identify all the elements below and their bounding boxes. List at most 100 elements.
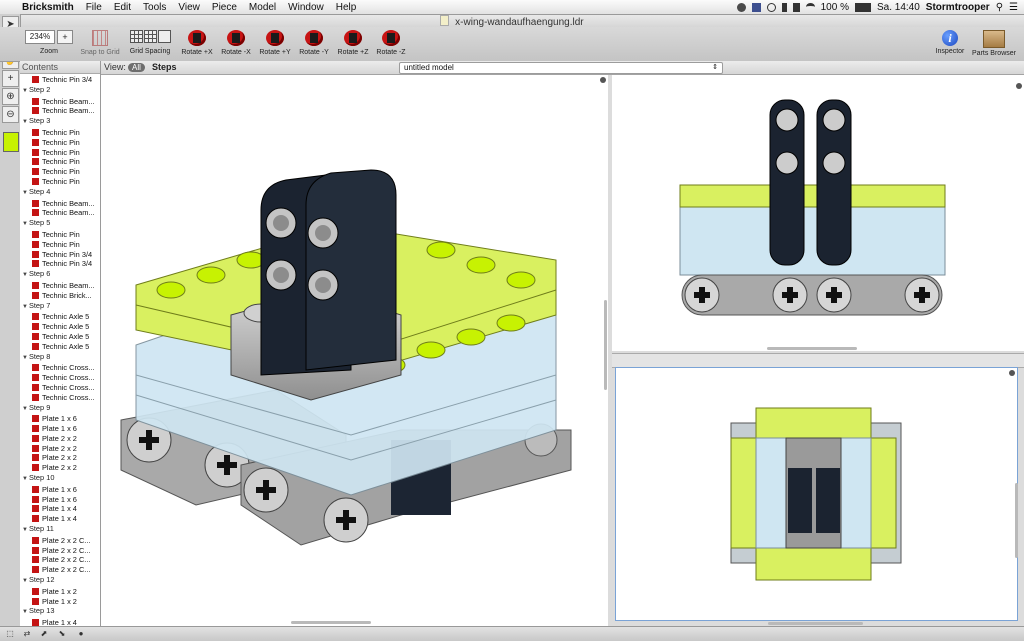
bluetooth-icon[interactable] [781,2,787,12]
split-divider[interactable] [612,353,1024,368]
sidebar-part[interactable]: Technic Pin [20,177,100,187]
add-line-icon[interactable]: ⬊ [55,629,69,639]
sidebar-part[interactable]: Plate 2 x 2 [20,444,100,454]
inspector-button[interactable]: i Inspector [928,30,972,55]
sidebar-step[interactable]: ▼Step 4 [20,187,100,199]
disclosure-triangle-icon[interactable]: ▼ [22,578,28,584]
sidebar-part[interactable]: Technic Pin [20,157,100,167]
menu-tools[interactable]: Tools [137,2,172,13]
grid-fine-icon[interactable] [157,30,171,43]
sidebar-part[interactable]: Technic Pin [20,240,100,250]
sidebar-step[interactable]: ▼Step 11 [20,524,100,536]
rotate-plus-y-button[interactable]: Rotate +Y [256,30,294,56]
disclosure-triangle-icon[interactable]: ▼ [22,119,28,125]
crosshair-tool-icon[interactable]: + [2,70,19,87]
sidebar-part[interactable]: Plate 1 x 2 [20,597,100,607]
volume-icon[interactable] [792,2,800,12]
sidebar-part[interactable]: Technic Cross... [20,363,100,373]
sidebar-part[interactable]: Plate 2 x 2 C... [20,536,100,546]
zoom-in-tool-icon[interactable]: ⊕ [2,88,19,105]
menu-piece[interactable]: Piece [206,2,243,13]
menu-edit[interactable]: Edit [108,2,137,13]
sidebar-part[interactable]: Technic Pin [20,167,100,177]
sidebar-step[interactable]: ▼Step 12 [20,575,100,587]
status-app-icon[interactable] [751,2,761,12]
sidebar-part[interactable]: Plate 1 x 4 [20,514,100,524]
vertical-scrollbar[interactable] [1015,483,1018,558]
menu-model[interactable]: Model [243,2,282,13]
sidebar-step[interactable]: ▼Step 2 [20,85,100,97]
disclosure-triangle-icon[interactable]: ▼ [22,609,28,615]
disclosure-triangle-icon[interactable]: ▼ [22,304,28,310]
disclosure-triangle-icon[interactable]: ▼ [22,476,28,482]
sidebar-part[interactable]: Plate 1 x 6 [20,495,100,505]
sidebar-step[interactable]: ▼Step 7 [20,301,100,313]
horizontal-scrollbar[interactable] [768,622,863,625]
sidebar-step[interactable]: ▼Step 9 [20,403,100,415]
parts-browser-button[interactable]: Parts Browser [970,30,1018,57]
model-select[interactable]: untitled model ⇕ [399,62,723,74]
sidebar-part[interactable]: Technic Pin [20,138,100,148]
sidebar-part[interactable]: Plate 2 x 2 C... [20,546,100,556]
sidebar-part[interactable]: Plate 2 x 2 C... [20,555,100,565]
view-steps-button[interactable]: Steps [152,61,177,74]
disclosure-triangle-icon[interactable]: ▼ [22,272,28,278]
sidebar-part[interactable]: Plate 1 x 6 [20,414,100,424]
disclosure-triangle-icon[interactable]: ▼ [22,527,28,533]
menu-window[interactable]: Window [282,2,330,13]
sidebar-part[interactable]: Technic Beam... [20,97,100,107]
view-all-button[interactable]: All [128,63,145,72]
add-comment-icon[interactable]: ● [74,629,88,639]
sidebar-part[interactable]: Technic Pin [20,128,100,138]
disclosure-triangle-icon[interactable]: ▼ [22,88,28,94]
sidebar-part[interactable]: Technic Cross... [20,383,100,393]
sidebar-part[interactable]: Technic Pin [20,230,100,240]
time-machine-icon[interactable] [766,2,776,12]
snap-to-grid-button[interactable]: Snap to Grid [78,30,122,56]
sidebar-part[interactable]: Plate 1 x 4 [20,618,100,626]
rotate-minus-z-button[interactable]: Rotate -Z [372,30,410,56]
sidebar-part[interactable]: Plate 2 x 2 [20,463,100,473]
notification-icon[interactable]: ☰ [1009,2,1018,13]
horizontal-scrollbar[interactable] [767,347,857,350]
sync-icon[interactable] [736,2,746,12]
sidebar-part[interactable]: Plate 1 x 6 [20,424,100,434]
close-viewport-icon[interactable] [1016,83,1022,89]
menu-help[interactable]: Help [330,2,363,13]
disclosure-triangle-icon[interactable]: ▼ [22,190,28,196]
sidebar-part[interactable]: Technic Axle 5 [20,312,100,322]
add-submodel-icon[interactable]: ⬈ [37,629,51,639]
sidebar-part[interactable]: Technic Axle 5 [20,342,100,352]
sidebar-part[interactable]: Plate 1 x 2 [20,587,100,597]
sidebar-part[interactable]: Plate 1 x 4 [20,504,100,514]
sidebar-step[interactable]: ▼Step 3 [20,116,100,128]
clock[interactable]: Sa. 14:40 [877,2,920,13]
rotate-minus-x-button[interactable]: Rotate -X [217,30,255,56]
disclosure-triangle-icon[interactable]: ▼ [22,406,28,412]
grid-medium-icon[interactable] [143,30,157,43]
close-viewport-icon[interactable] [1009,370,1015,376]
sidebar-step[interactable]: ▼Step 13 [20,606,100,618]
add-part-icon[interactable]: ⬚ [3,629,17,639]
zoom-field[interactable]: 234% [25,30,55,44]
sidebar-step[interactable]: ▼Step 5 [20,218,100,230]
horizontal-scrollbar[interactable] [291,621,371,624]
sidebar-part[interactable]: Plate 2 x 2 [20,453,100,463]
sidebar-part[interactable]: Technic Pin 3/4 [20,259,100,269]
sidebar-part[interactable]: Technic Pin [20,148,100,158]
sidebar-part[interactable]: Plate 2 x 2 C... [20,565,100,575]
sidebar-part[interactable]: Technic Axle 5 [20,332,100,342]
menu-app-name[interactable]: Bricksmith [16,2,80,13]
rotate-plus-x-button[interactable]: Rotate +X [178,30,216,56]
color-well[interactable] [3,132,19,152]
sidebar-part[interactable]: Technic Axle 5 [20,322,100,332]
viewport-top[interactable] [615,367,1018,621]
sidebar-part[interactable]: Technic Pin 3/4 [20,75,100,85]
battery-text[interactable]: 100 % [821,2,849,13]
sidebar-step[interactable]: ▼Step 10 [20,473,100,485]
viewport-front[interactable] [612,75,1024,351]
sidebar-part[interactable]: Technic Beam... [20,106,100,116]
sidebar-part[interactable]: Technic Pin 3/4 [20,250,100,260]
menu-file[interactable]: File [80,2,108,13]
sidebar-part[interactable]: Technic Beam... [20,281,100,291]
